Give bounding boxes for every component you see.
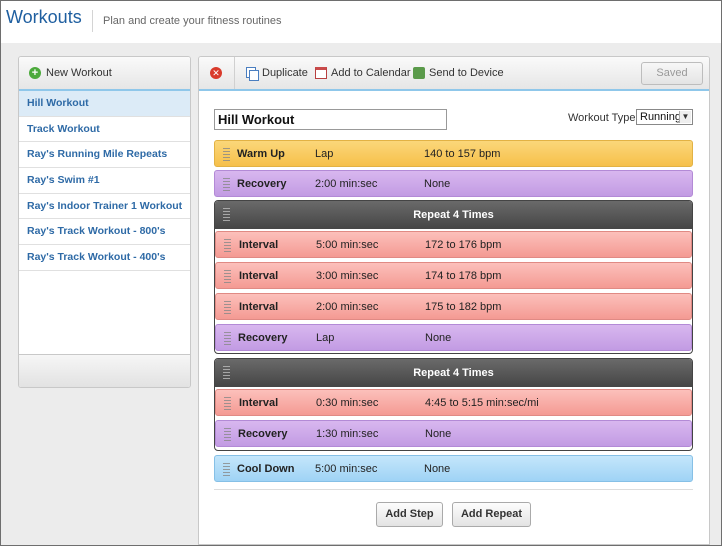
- sidebar-footer: [19, 354, 190, 387]
- sidebar-item-swim-1[interactable]: Ray's Swim #1: [19, 168, 190, 194]
- step-recovery[interactable]: Recovery 1:30 min:sec None: [215, 420, 692, 447]
- editor-toolbar: ✕ Duplicate Add to Calendar Send to Devi…: [199, 57, 709, 91]
- add-step-button[interactable]: Add Step: [376, 502, 443, 527]
- device-icon: [413, 67, 425, 79]
- step-interval[interactable]: Interval 3:00 min:sec 174 to 178 bpm: [215, 262, 692, 289]
- step-target: None: [425, 331, 452, 344]
- step-duration: 2:00 min:sec: [315, 177, 378, 190]
- step-duration: 1:30 min:sec: [316, 427, 379, 440]
- workout-editor: ✕ Duplicate Add to Calendar Send to Devi…: [198, 56, 710, 545]
- step-name: Recovery: [238, 427, 288, 440]
- step-cool-down[interactable]: Cool Down 5:00 min:sec None: [214, 455, 693, 482]
- step-target: None: [424, 177, 451, 190]
- sidebar-item-indoor-trainer[interactable]: Ray's Indoor Trainer 1 Workout: [19, 194, 190, 220]
- step-target: 174 to 178 bpm: [425, 269, 502, 282]
- drag-handle-icon[interactable]: [224, 301, 231, 314]
- drag-handle-icon[interactable]: [224, 239, 231, 252]
- step-duration: 5:00 min:sec: [316, 238, 379, 251]
- step-duration: Lap: [316, 331, 335, 344]
- new-workout-button[interactable]: + New Workout: [29, 67, 112, 79]
- page-title: Workouts: [6, 7, 82, 27]
- drag-handle-icon[interactable]: [224, 270, 231, 283]
- drag-handle-icon[interactable]: [224, 428, 231, 441]
- step-target: None: [425, 427, 452, 440]
- chevron-down-icon: ▼: [679, 111, 691, 123]
- step-name: Warm Up: [237, 147, 285, 160]
- step-duration: Lap: [315, 147, 334, 160]
- toolbar-divider: [234, 57, 235, 89]
- step-name: Recovery: [237, 177, 287, 190]
- add-repeat-button[interactable]: Add Repeat: [452, 502, 531, 527]
- sidebar-header: + New Workout: [19, 57, 190, 91]
- repeat-block[interactable]: Repeat 4 Times Interval 5:00 min:sec 172…: [214, 200, 693, 354]
- workout-sidebar: + New Workout Hill Workout Track Workout…: [18, 56, 191, 388]
- sidebar-item-running-mile-repeats[interactable]: Ray's Running Mile Repeats: [19, 142, 190, 169]
- drag-handle-icon[interactable]: [223, 366, 230, 379]
- send-to-device-button[interactable]: Send to Device: [413, 67, 504, 79]
- drag-handle-icon[interactable]: [223, 148, 230, 161]
- sidebar-item-hill-workout[interactable]: Hill Workout: [19, 91, 190, 117]
- duplicate-button[interactable]: Duplicate: [246, 67, 308, 81]
- workout-name-input[interactable]: [214, 109, 447, 130]
- step-interval[interactable]: Interval 2:00 min:sec 175 to 182 bpm: [215, 293, 692, 320]
- saved-button[interactable]: Saved: [641, 62, 703, 85]
- workout-type-label: Workout Type:: [568, 112, 639, 124]
- step-name: Interval: [239, 269, 279, 282]
- step-name: Interval: [239, 300, 279, 313]
- new-workout-label: New Workout: [46, 67, 112, 79]
- step-target: 175 to 182 bpm: [425, 300, 502, 313]
- workout-list: Hill Workout Track Workout Ray's Running…: [19, 91, 190, 271]
- calendar-icon: [315, 67, 327, 79]
- add-to-calendar-label: Add to Calendar: [331, 67, 411, 79]
- drag-handle-icon[interactable]: [224, 397, 231, 410]
- app-header: Workouts Plan and create your fitness ro…: [1, 1, 721, 43]
- page-subtitle: Plan and create your fitness routines: [103, 15, 282, 27]
- step-duration: 5:00 min:sec: [315, 462, 378, 475]
- repeat-label: Repeat 4 Times: [413, 209, 494, 221]
- drag-handle-icon[interactable]: [223, 178, 230, 191]
- repeat-label: Repeat 4 Times: [413, 367, 494, 379]
- repeat-header[interactable]: Repeat 4 Times: [215, 201, 692, 229]
- step-recovery[interactable]: Recovery 2:00 min:sec None: [214, 170, 693, 197]
- step-name: Interval: [239, 238, 279, 251]
- repeat-header[interactable]: Repeat 4 Times: [215, 359, 692, 387]
- workout-type-value: Running: [640, 111, 681, 123]
- step-interval[interactable]: Interval 0:30 min:sec 4:45 to 5:15 min:s…: [215, 389, 692, 416]
- step-target: 172 to 176 bpm: [425, 238, 502, 251]
- steps-divider: [214, 489, 693, 490]
- drag-handle-icon[interactable]: [224, 332, 231, 345]
- step-interval[interactable]: Interval 5:00 min:sec 172 to 176 bpm: [215, 231, 692, 258]
- repeat-block[interactable]: Repeat 4 Times Interval 0:30 min:sec 4:4…: [214, 358, 693, 451]
- step-recovery[interactable]: Recovery Lap None: [215, 324, 692, 351]
- add-to-calendar-button[interactable]: Add to Calendar: [315, 67, 411, 79]
- step-name: Cool Down: [237, 462, 295, 475]
- sidebar-item-track-400s[interactable]: Ray's Track Workout - 400's: [19, 245, 190, 271]
- sidebar-item-track-workout[interactable]: Track Workout: [19, 117, 190, 143]
- step-name: Recovery: [238, 331, 288, 344]
- duplicate-label: Duplicate: [262, 67, 308, 79]
- step-duration: 3:00 min:sec: [316, 269, 379, 282]
- step-duration: 2:00 min:sec: [316, 300, 379, 313]
- step-target: 140 to 157 bpm: [424, 147, 501, 160]
- delete-workout-icon[interactable]: ✕: [210, 67, 222, 79]
- duplicate-icon: [246, 67, 259, 81]
- step-target: 4:45 to 5:15 min:sec/mi: [425, 396, 539, 409]
- step-warm-up[interactable]: Warm Up Lap 140 to 157 bpm: [214, 140, 693, 167]
- header-divider: [92, 10, 93, 32]
- step-target: None: [424, 462, 451, 475]
- drag-handle-icon[interactable]: [223, 208, 230, 221]
- workout-type-select[interactable]: Running ▼: [636, 109, 693, 125]
- send-to-device-label: Send to Device: [429, 67, 504, 79]
- step-duration: 0:30 min:sec: [316, 396, 379, 409]
- sidebar-item-track-800s[interactable]: Ray's Track Workout - 800's: [19, 219, 190, 246]
- step-name: Interval: [239, 396, 279, 409]
- drag-handle-icon[interactable]: [223, 463, 230, 476]
- plus-icon: +: [29, 67, 41, 79]
